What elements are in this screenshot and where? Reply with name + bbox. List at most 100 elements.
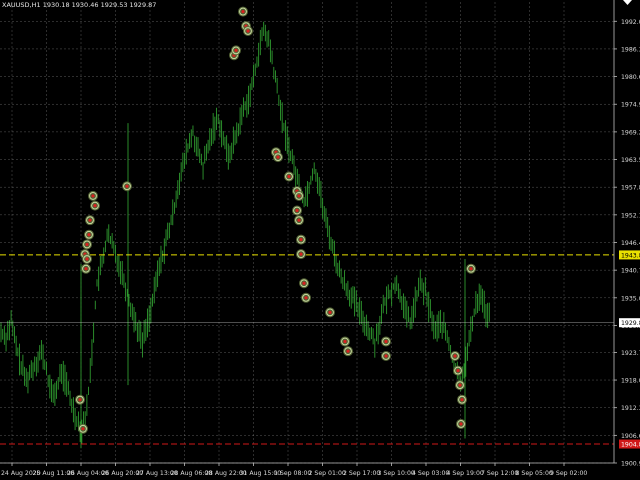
marker-center: [469, 267, 473, 271]
signal-marker: [457, 394, 467, 405]
marker-center: [459, 422, 463, 426]
marker-center: [81, 427, 85, 431]
x-tick-label: 7 Sep 12:00: [481, 470, 518, 477]
marker-center: [343, 339, 347, 344]
marker-center: [297, 194, 301, 198]
x-tick-label: 3 Sep 10:00: [378, 470, 415, 477]
signal-marker: [82, 239, 92, 250]
x-tick-label: 8 Sep 05:00: [516, 470, 553, 477]
marker-center: [302, 281, 306, 285]
marker-center: [299, 252, 303, 256]
signal-marker: [466, 263, 476, 274]
marker-center: [384, 354, 388, 358]
yellow-level-badge-text: 1943.84: [621, 252, 640, 259]
signal-marker: [238, 6, 248, 17]
marker-center: [456, 368, 460, 373]
signal-marker: [243, 25, 253, 36]
red-level-badge: 1904.86: [619, 439, 640, 449]
yellow-level-badge: 1943.84: [619, 250, 640, 260]
marker-center: [85, 242, 89, 247]
y-tick-label: 1912.35: [621, 405, 640, 412]
signal-marker: [81, 263, 91, 274]
y-tick-label: 1946.40: [621, 240, 640, 247]
y-tick-label: 1992.00: [621, 19, 640, 26]
y-tick-label: 1986.30: [621, 46, 640, 53]
x-tick-label: 1 Sep 08:00: [274, 470, 311, 477]
signal-marker: [450, 351, 460, 362]
marker-center: [234, 48, 238, 52]
signal-marker: [90, 200, 100, 211]
marker-center: [384, 339, 388, 344]
y-tick-label: 1963.50: [621, 157, 640, 164]
signal-marker: [340, 336, 350, 347]
x-tick-label: 2 Sep 17:00: [343, 470, 380, 477]
price-candles: [0, 21, 490, 449]
x-tick-label: 4 Sep 19:00: [447, 470, 484, 477]
signal-marker: [381, 351, 391, 362]
marker-center: [304, 296, 308, 300]
signal-marker: [296, 234, 306, 245]
signal-marker: [301, 292, 311, 303]
time-axis: 24 Aug 202025 Aug 11:0026 Aug 04:0026 Au…: [0, 462, 614, 477]
signal-marker: [296, 249, 306, 260]
signal-marker: [273, 152, 283, 163]
marker-center: [295, 208, 299, 213]
signal-marker: [294, 190, 304, 201]
marker-center: [93, 204, 97, 208]
marker-center: [91, 194, 95, 198]
signal-marker: [381, 336, 391, 347]
chart-window[interactable]: 1992.00 1986.30 1980.60 1974.90 1969.20 1963.…: [0, 0, 640, 480]
y-tick-label: 1974.90: [621, 102, 640, 109]
marker-center: [88, 218, 92, 222]
y-tick-label: 1900.95: [621, 461, 640, 468]
y-tick-label: 1935.00: [621, 295, 640, 302]
signal-marker: [231, 45, 241, 56]
marker-center: [460, 398, 464, 402]
signal-marker: [85, 215, 95, 226]
x-tick-label: 4 Sep 03:00: [412, 470, 449, 477]
signal-marker: [75, 394, 85, 405]
y-tick-label: 1980.60: [621, 74, 640, 81]
y-tick-label: 1969.20: [621, 129, 640, 136]
red-level-badge-text: 1904.86: [621, 442, 640, 449]
signal-marker: [82, 253, 92, 264]
signal-marker: [294, 215, 304, 226]
marker-center: [328, 310, 332, 314]
marker-center: [125, 184, 129, 188]
marker-center: [246, 29, 250, 33]
signal-marker: [325, 307, 335, 318]
signal-marker: [122, 181, 132, 192]
x-tick-label: 2 Sep 01:00: [309, 470, 346, 477]
candlestick-chart[interactable]: 1992.00 1986.30 1980.60 1974.90 1969.20 1963.…: [0, 0, 640, 480]
y-tick-label: 1906.65: [621, 433, 640, 440]
signal-marker: [456, 418, 466, 429]
marker-center: [346, 349, 350, 353]
marker-center: [87, 233, 91, 237]
signal-marker: [292, 205, 302, 216]
y-tick-label: 1923.75: [621, 350, 640, 357]
marker-center: [85, 257, 89, 261]
x-tick-label: 9 Sep 02:00: [550, 470, 587, 477]
signal-marker: [455, 380, 465, 391]
price-axis: 1992.00 1986.30 1980.60 1974.90 1969.20 1963.…: [613, 0, 640, 468]
chart-collapse-icon[interactable]: [623, 0, 632, 6]
signal-marker: [299, 278, 309, 289]
marker-center: [453, 354, 457, 358]
marker-center: [276, 155, 280, 159]
signal-marker: [453, 365, 463, 376]
y-tick-label: 1940.70: [621, 268, 640, 275]
marker-center: [287, 174, 291, 179]
y-tick-label: 1952.10: [621, 212, 640, 219]
marker-center: [78, 398, 82, 402]
marker-center: [297, 218, 301, 222]
signal-marker: [284, 171, 294, 182]
current-price-badge: 1929.87: [619, 318, 640, 328]
marker-center: [299, 237, 303, 242]
signal-marker: [84, 229, 94, 240]
signal-marker: [78, 423, 88, 434]
signal-marker: [343, 346, 353, 357]
marker-center: [241, 9, 245, 14]
y-tick-label: 1957.80: [621, 185, 640, 192]
chart-title: XAUUSD,H1 1930.18 1930.46 1929.53 1929.8…: [2, 1, 157, 9]
y-tick-label: 1918.05: [621, 378, 640, 385]
